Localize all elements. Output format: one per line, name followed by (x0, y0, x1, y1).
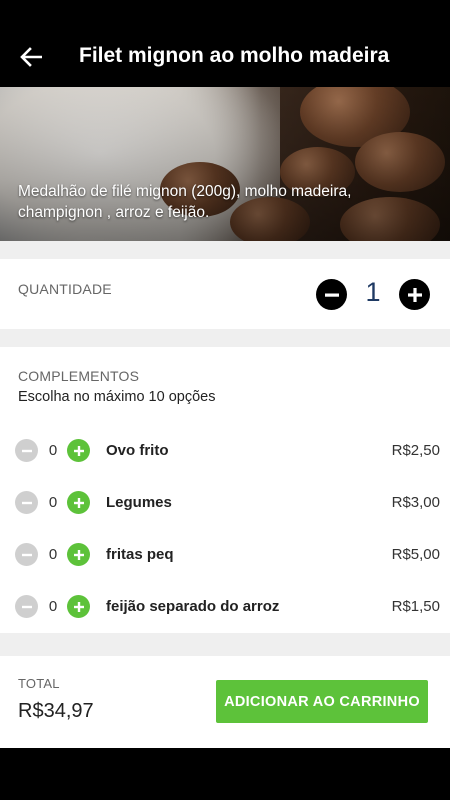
complements-title: COMPLEMENTOS (18, 368, 140, 384)
option-decrease-button[interactable] (15, 543, 38, 566)
dish-image: Medalhão de filé mignon (200g), molho ma… (0, 87, 450, 241)
plus-icon (73, 601, 84, 612)
option-decrease-button[interactable] (15, 491, 38, 514)
add-to-cart-button[interactable]: ADICIONAR AO CARRINHO (216, 680, 428, 723)
option-name: feijão separado do arroz (106, 598, 280, 615)
total-value: R$34,97 (18, 700, 94, 722)
option-price: R$3,00 (391, 494, 440, 511)
app-bar: Filet mignon ao molho madeira (0, 0, 450, 87)
quantity-card: QUANTIDADE 1 (0, 259, 450, 329)
minus-icon (21, 553, 32, 556)
plus-icon (73, 549, 84, 560)
minus-icon (21, 605, 32, 608)
dish-description: Medalhão de filé mignon (200g), molho ma… (18, 183, 352, 221)
option-count: 0 (48, 494, 58, 511)
plus-icon (73, 497, 84, 508)
plus-icon (73, 445, 84, 456)
option-count: 0 (48, 442, 58, 459)
complement-option: 0 Ovo frito R$2,50 (0, 430, 450, 470)
complement-option: 0 feijão separado do arroz R$1,50 (0, 586, 450, 626)
option-increase-button[interactable] (67, 491, 90, 514)
quantity-decrease-button[interactable] (316, 279, 347, 310)
minus-icon (324, 293, 339, 297)
option-decrease-button[interactable] (15, 595, 38, 618)
page-title: Filet mignon ao molho madeira (79, 44, 390, 67)
quantity-label: QUANTIDADE (18, 281, 112, 297)
option-price: R$1,50 (391, 598, 440, 615)
option-increase-button[interactable] (67, 543, 90, 566)
complements-card: COMPLEMENTOS Escolha no máximo 10 opções… (0, 347, 450, 633)
minus-icon (21, 501, 32, 504)
back-button[interactable] (14, 40, 48, 74)
total-label: TOTAL (18, 676, 60, 691)
quantity-increase-button[interactable] (399, 279, 430, 310)
plus-icon (407, 287, 422, 302)
quantity-value: 1 (365, 277, 381, 307)
arrow-left-icon (20, 47, 42, 67)
checkout-footer: TOTAL R$34,97 ADICIONAR AO CARRINHO (0, 656, 450, 748)
option-name: Ovo frito (106, 442, 169, 459)
option-increase-button[interactable] (67, 439, 90, 462)
complement-option: 0 fritas peq R$5,00 (0, 534, 450, 574)
minus-icon (21, 449, 32, 452)
option-price: R$5,00 (391, 546, 440, 563)
option-count: 0 (48, 598, 58, 615)
complement-option: 0 Legumes R$3,00 (0, 482, 450, 522)
complements-subtitle: Escolha no máximo 10 opções (18, 389, 216, 405)
option-price: R$2,50 (391, 442, 440, 459)
option-count: 0 (48, 546, 58, 563)
bottom-bar (0, 748, 450, 800)
option-decrease-button[interactable] (15, 439, 38, 462)
content-area: QUANTIDADE 1 COMPLEMENTOS Escolha no máx… (0, 241, 450, 748)
option-increase-button[interactable] (67, 595, 90, 618)
option-name: fritas peq (106, 546, 174, 563)
option-name: Legumes (106, 494, 172, 511)
